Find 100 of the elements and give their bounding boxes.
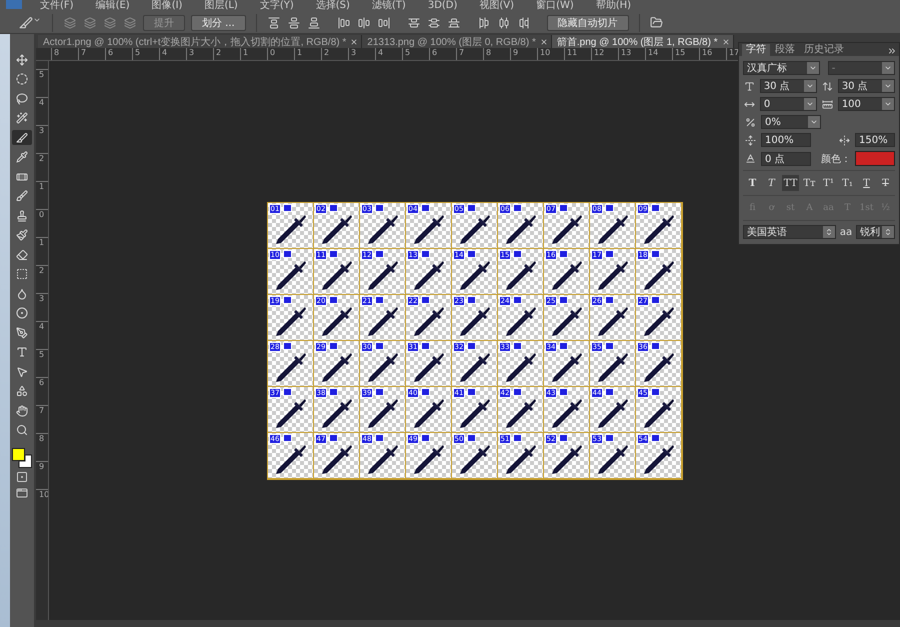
menu-item[interactable]: 图像(I) <box>152 0 182 12</box>
leading-dropdown[interactable]: 30 点 <box>838 79 895 93</box>
baseline-shift-field[interactable]: 0 点 <box>761 152 811 166</box>
menu-item[interactable]: 编辑(E) <box>96 0 130 12</box>
panel-tab[interactable]: 字符 <box>742 44 770 56</box>
slice-icon <box>558 250 568 258</box>
slice-tool-icon[interactable] <box>18 16 42 30</box>
panel-tab[interactable]: 历史记录 <box>800 44 848 56</box>
ruler-label: 7 <box>78 48 105 60</box>
menu-item[interactable]: 选择(S) <box>316 0 350 12</box>
vertical-scale-field[interactable]: 100% <box>761 133 811 147</box>
slice-icon <box>374 434 384 442</box>
ruler-label: 8 <box>51 48 78 60</box>
menu-item[interactable]: 滤镜(T) <box>372 0 406 12</box>
language-dropdown[interactable]: 美国英语 <box>743 225 836 239</box>
slice-icon <box>282 204 292 212</box>
ruler-label: 13 <box>618 48 645 60</box>
text-style-button[interactable]: T <box>858 175 875 191</box>
menu-item[interactable]: 视图(V) <box>479 0 514 12</box>
text-style-button[interactable]: T <box>877 175 894 191</box>
menu-item[interactable]: 3D(D) <box>428 0 458 12</box>
slice-icon <box>282 434 292 442</box>
slice-tool-icon[interactable] <box>12 130 32 145</box>
align-icon <box>426 16 441 28</box>
align-icon <box>476 16 491 28</box>
slice-icon <box>420 204 430 212</box>
slice-icon <box>512 250 522 258</box>
slice-icon <box>282 250 292 258</box>
ruler-label: 15 <box>672 48 699 60</box>
leading-icon <box>821 80 834 92</box>
slice-icon <box>420 434 430 442</box>
color-label: 颜色： <box>821 152 851 166</box>
ruler-label: 5 <box>402 48 429 60</box>
font-size-icon <box>743 80 756 92</box>
close-icon[interactable] <box>350 38 358 46</box>
ruler-label: 3 <box>36 293 48 321</box>
tracking-dropdown[interactable]: 100 <box>838 97 895 111</box>
menu-item[interactable]: 帮助(H) <box>596 0 632 12</box>
caret-icon[interactable] <box>806 62 819 74</box>
ruler-label: 0 <box>36 209 48 237</box>
slice-icon <box>558 342 568 350</box>
text-style-button[interactable]: T <box>744 175 761 191</box>
document-tab[interactable]: 21313.png @ 100% (图层 0, RGB/8) * <box>362 35 552 48</box>
ruler-label: 1 <box>36 181 48 209</box>
align-icon <box>406 16 421 28</box>
slice-icon <box>650 342 660 350</box>
antialias-dropdown[interactable]: 锐利 <box>856 225 895 239</box>
ruler-label: 4 <box>36 321 48 349</box>
align-icon <box>356 16 371 28</box>
ruler-label: 8 <box>483 48 510 60</box>
kerning-dropdown[interactable]: 0 <box>760 97 817 111</box>
slice-icon <box>466 342 476 350</box>
document-tab[interactable]: 箭首.png @ 100% (图层 1, RGB/8) * <box>552 35 734 48</box>
slice-icon <box>650 296 660 304</box>
slice-icon <box>374 342 384 350</box>
text-style-button[interactable]: TT <box>782 175 799 191</box>
foreground-color-swatch[interactable] <box>12 448 25 461</box>
slice-icon <box>374 204 384 212</box>
text-style-button[interactable]: T¹ <box>820 175 837 191</box>
close-icon[interactable] <box>722 38 730 46</box>
text-color-swatch[interactable] <box>855 151 895 166</box>
slice-icon <box>420 342 430 350</box>
text-style-button[interactable]: T <box>763 175 780 191</box>
ruler-label: 0 <box>267 48 294 60</box>
slice-icon <box>328 296 338 304</box>
slice-icon <box>604 434 614 442</box>
close-icon[interactable] <box>540 38 548 46</box>
ruler-label: 10 <box>537 48 564 60</box>
font-family-dropdown[interactable]: 汉真广标 <box>743 61 820 75</box>
toolbar-button[interactable]: 隐藏自动切片 <box>546 14 629 30</box>
slice-icon <box>512 296 522 304</box>
ruler-label: 12 <box>591 48 618 60</box>
toolbar-button[interactable]: 划分 ... <box>191 14 246 30</box>
ruler-label: 14 <box>645 48 672 60</box>
text-style-button[interactable]: Tт <box>801 175 818 191</box>
slice-icon <box>604 388 614 396</box>
align-icon <box>306 16 321 28</box>
folder-icon <box>650 16 664 29</box>
tsume-dropdown[interactable]: 0% <box>761 115 821 129</box>
slice-icon <box>328 388 338 396</box>
ruler-label: 11 <box>564 48 591 60</box>
slice-icon <box>512 434 522 442</box>
screen-mode-icon <box>15 487 29 499</box>
antialias-label: aa <box>840 226 852 238</box>
slice-icon <box>466 434 476 442</box>
caret-icon[interactable] <box>822 226 835 238</box>
ruler-label: 3 <box>348 48 375 60</box>
caret-icon[interactable] <box>882 226 894 238</box>
quick-mask-icon <box>15 470 29 482</box>
ruler-label: 16 <box>699 48 726 60</box>
menu-item[interactable]: 图层(L) <box>204 0 238 12</box>
text-style-button[interactable]: T₁ <box>839 175 856 191</box>
document-tab[interactable]: Actor1.png @ 100% (ctrl+t变换图片大小，拖入切割的位置, RGB/8) * <box>38 35 362 48</box>
ruler-label: 4 <box>159 48 186 60</box>
horizontal-scale-field[interactable]: 150% <box>855 133 895 147</box>
align-icon <box>286 16 301 28</box>
panel-tab[interactable]: 段落 <box>771 44 799 56</box>
ruler-label: 4 <box>375 48 402 60</box>
font-size-dropdown[interactable]: 30 点 <box>760 79 817 93</box>
ruler-label: 2 <box>213 48 240 60</box>
